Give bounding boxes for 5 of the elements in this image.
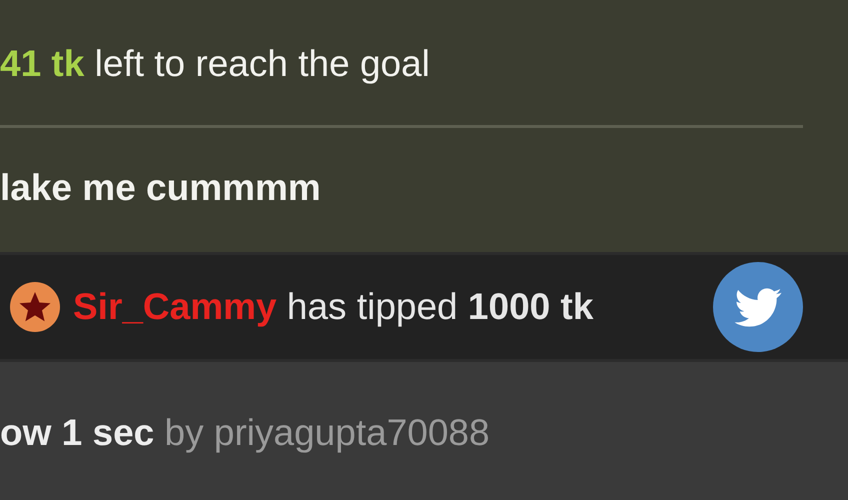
message-meta: ow 1 sec by priyagupta70088 bbox=[0, 412, 490, 454]
goal-text: 41 tk left to reach the goal bbox=[0, 42, 431, 86]
room-subject: lake me cummmm bbox=[0, 166, 321, 210]
star-badge-icon bbox=[9, 281, 61, 333]
tip-message: Sir_Cammy has tipped 1000 tk bbox=[73, 286, 594, 328]
